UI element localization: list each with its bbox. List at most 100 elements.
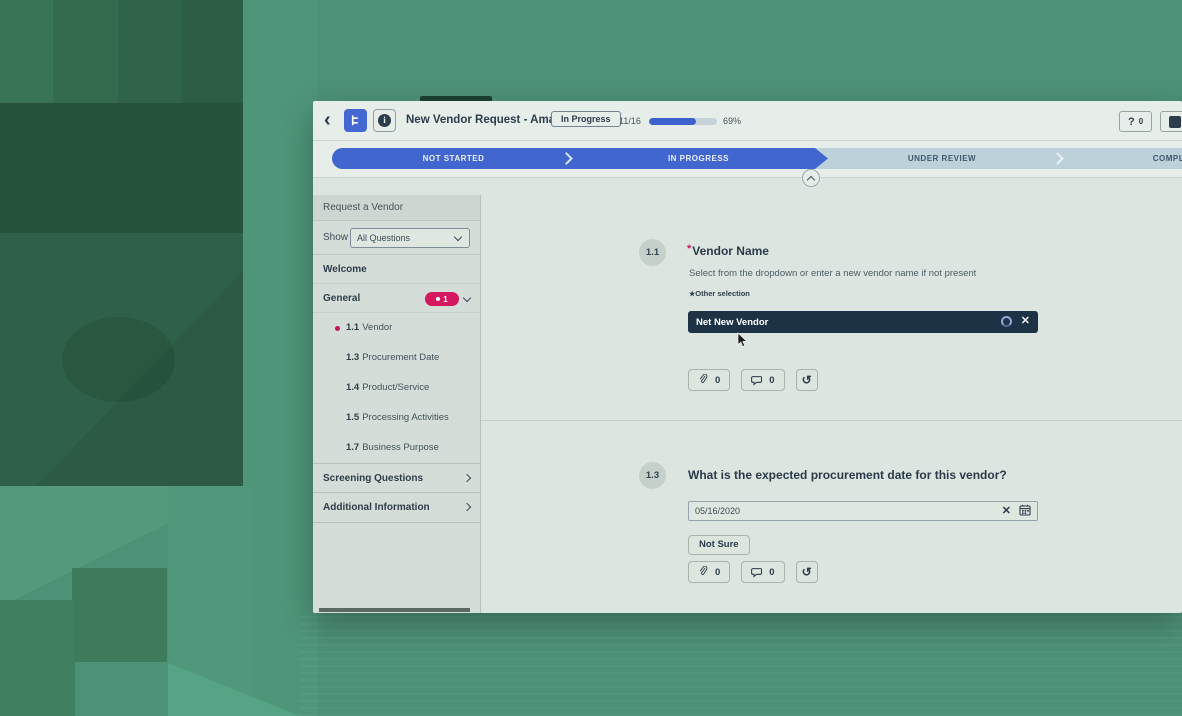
history-button[interactable]: ↺ xyxy=(796,369,818,391)
comments-count: 0 xyxy=(769,375,774,386)
sidebar-item-label: Welcome xyxy=(323,264,367,275)
chevron-down-icon xyxy=(463,294,471,302)
paperclip-icon xyxy=(698,566,709,578)
progress-fraction: 11/16 xyxy=(619,116,641,126)
attachments-count: 0 xyxy=(715,567,720,578)
clear-icon[interactable]: ✕ xyxy=(1002,504,1011,517)
flag-button[interactable]: 0 xyxy=(1160,111,1182,132)
clear-icon[interactable]: ✕ xyxy=(1021,314,1030,327)
question-title-text: Vendor Name xyxy=(692,244,769,258)
sidebar-item-general[interactable]: General 1 xyxy=(313,284,480,313)
status-badge: In Progress xyxy=(551,111,621,127)
show-questions-select[interactable]: All Questions xyxy=(350,228,470,248)
chevron-right-icon xyxy=(463,474,471,482)
background-square xyxy=(72,568,167,662)
stage-in-progress: IN PROGRESS xyxy=(575,148,822,169)
progress-bar xyxy=(649,118,717,125)
mouse-cursor xyxy=(737,332,748,348)
vendor-name-input[interactable] xyxy=(688,311,1038,333)
question-title: *Vendor Name xyxy=(687,244,769,258)
calendar-icon[interactable] xyxy=(1019,504,1031,516)
not-sure-button[interactable]: Not Sure xyxy=(688,535,750,555)
sidebar-item-1-1-vendor[interactable]: 1.1Vendor xyxy=(313,313,480,343)
other-selection-text: Other selection xyxy=(695,289,750,298)
chevron-right-icon xyxy=(463,503,471,511)
item-number: 1.3 xyxy=(346,352,359,363)
back-button[interactable]: ‹ xyxy=(324,107,331,133)
show-questions-value: All Questions xyxy=(357,233,410,243)
hierarchy-button[interactable] xyxy=(344,109,367,132)
question-number-badge: 1.3 xyxy=(639,462,666,489)
flag-icon xyxy=(1169,116,1181,128)
sidebar-item-1-5-processing-activities[interactable]: 1.5Processing Activities xyxy=(313,403,480,433)
vendor-name-field-wrap: ✕ xyxy=(688,311,1038,333)
sidebar-bottom-strip xyxy=(319,608,470,612)
item-number: 1.1 xyxy=(346,322,359,333)
background-columns xyxy=(0,0,243,103)
sidebar-item-label: General xyxy=(323,293,360,304)
background-column-dark xyxy=(0,600,75,716)
help-count: 0 xyxy=(1139,117,1143,126)
history-icon: ↺ xyxy=(802,565,812,579)
background-scanlines xyxy=(300,613,1182,716)
badge-count: 1 xyxy=(443,285,447,314)
help-button[interactable]: ? 0 xyxy=(1119,111,1152,132)
sidebar-item-1-3-procurement-date[interactable]: 1.3Procurement Date xyxy=(313,343,480,373)
paperclip-icon xyxy=(698,374,709,386)
comments-count: 0 xyxy=(769,567,774,578)
help-icon: ? xyxy=(1128,116,1135,128)
app-window: ‹ i New Vendor Request - Amazo... In Pro… xyxy=(313,101,1182,613)
item-number: 1.5 xyxy=(346,412,359,423)
item-label: Procurement Date xyxy=(362,352,439,363)
collapse-stagebar-button[interactable] xyxy=(802,169,820,187)
stage-not-started: NOT STARTED xyxy=(332,148,575,169)
sidebar-item-screening-questions[interactable]: Screening Questions xyxy=(313,463,480,493)
required-asterisk: * xyxy=(687,243,691,255)
sidebar: Request a Vendor Show All Questions Welc… xyxy=(313,195,481,613)
comments-button[interactable]: 0 xyxy=(741,369,784,391)
sidebar-item-welcome[interactable]: Welcome xyxy=(313,255,480,284)
general-flag-badge: 1 xyxy=(425,292,459,306)
show-label: Show xyxy=(323,232,348,243)
hierarchy-icon xyxy=(348,113,363,128)
progress-percent: 69% xyxy=(723,116,741,126)
question-title: What is the expected procurement date fo… xyxy=(688,468,1007,482)
item-number: 1.7 xyxy=(346,442,359,453)
required-dot-icon xyxy=(335,326,340,331)
sidebar-item-1-7-business-purpose[interactable]: 1.7Business Purpose xyxy=(313,433,480,463)
sidebar-item-1-4-product-service[interactable]: 1.4Product/Service xyxy=(313,373,480,403)
question-number-badge: 1.1 xyxy=(639,239,666,266)
item-number: 1.4 xyxy=(346,382,359,393)
history-button[interactable]: ↺ xyxy=(796,561,818,583)
stage-complete: COMPLETE xyxy=(1062,148,1182,169)
info-button[interactable]: i xyxy=(373,109,396,132)
item-label: Product/Service xyxy=(362,382,429,393)
sidebar-item-label: Additional Information xyxy=(323,502,430,513)
stage-under-review: UNDER REVIEW xyxy=(822,148,1062,169)
sidebar-item-label: Screening Questions xyxy=(323,473,423,484)
other-selection-label: ★Other selection xyxy=(689,289,750,298)
sidebar-header: Request a Vendor xyxy=(313,195,480,221)
question-actions-row: 0 0 ↺ xyxy=(688,561,818,583)
question-divider xyxy=(481,420,1182,421)
comment-icon xyxy=(751,567,763,578)
sidebar-item-additional-information[interactable]: Additional Information xyxy=(313,493,480,523)
comment-icon xyxy=(751,375,763,386)
procurement-date-field-wrap: ✕ xyxy=(688,501,1038,521)
procurement-date-input[interactable] xyxy=(688,501,1038,521)
info-icon: i xyxy=(378,114,391,127)
comments-button[interactable]: 0 xyxy=(741,561,784,583)
item-label: Processing Activities xyxy=(362,412,449,423)
background-mid-block xyxy=(0,233,243,486)
flag-dot-icon xyxy=(436,297,440,301)
history-icon: ↺ xyxy=(802,373,812,387)
attachments-button[interactable]: 0 xyxy=(688,369,730,391)
attachments-button[interactable]: 0 xyxy=(688,561,730,583)
stage-row: NOT STARTED IN PROGRESS UNDER REVIEW COM… xyxy=(313,141,1182,178)
item-label: Vendor xyxy=(362,322,392,333)
chevron-down-icon xyxy=(454,233,462,241)
attachments-count: 0 xyxy=(715,375,720,386)
question-description: Select from the dropdown or enter a new … xyxy=(689,268,976,279)
loading-spinner-icon xyxy=(1001,316,1012,327)
toolbar: ‹ i New Vendor Request - Amazo... In Pro… xyxy=(313,101,1182,141)
